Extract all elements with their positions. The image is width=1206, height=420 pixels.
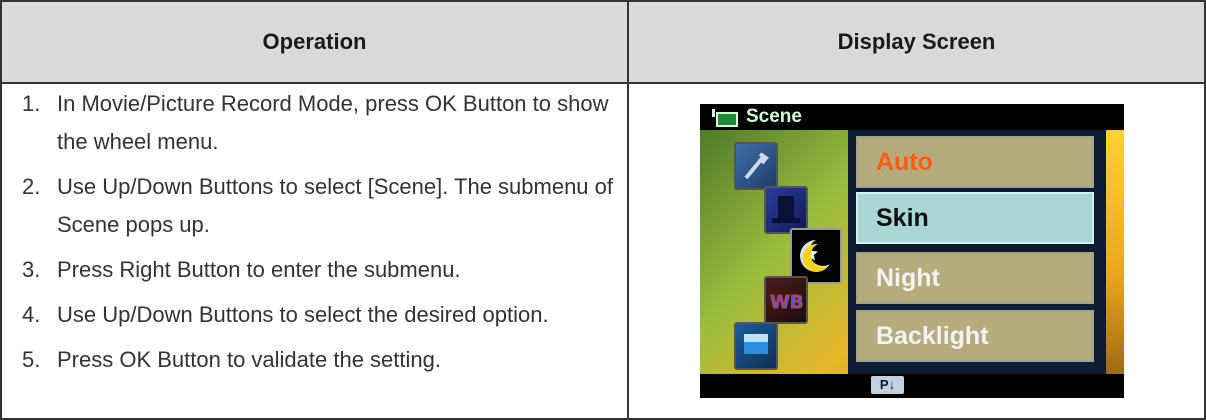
movie-mode-icon	[712, 109, 738, 127]
display-screen-header: Display Screen	[629, 2, 1204, 82]
image-quality-icon[interactable]	[734, 322, 778, 370]
step-text: Use Up/Down Buttons to select [Scene]. T…	[57, 174, 614, 237]
screen-title-bar: Scene	[700, 104, 1124, 130]
option-skin[interactable]: Skin	[856, 192, 1094, 244]
step-5: 5. Press OK Button to validate the setti…	[2, 341, 627, 379]
step-number: 5.	[22, 347, 41, 372]
magic-hat-icon[interactable]	[764, 186, 808, 234]
screen-title: Scene	[746, 106, 802, 127]
screen-bottom-bar	[700, 374, 1124, 398]
step-text: Press Right Button to enter the submenu.	[57, 257, 461, 282]
option-night[interactable]: Night	[856, 252, 1094, 304]
step-3: 3. Press Right Button to enter the subme…	[2, 251, 627, 289]
operation-header: Operation	[2, 2, 627, 82]
white-balance-icon[interactable]: WB	[764, 276, 808, 324]
step-1: 1. In Movie/Picture Record Mode, press O…	[2, 85, 627, 161]
step-text: Press OK Button to validate the setting.	[57, 347, 441, 372]
scroll-strip	[1106, 130, 1124, 374]
svg-text:WB: WB	[770, 292, 804, 313]
step-text: In Movie/Picture Record Mode, press OK B…	[57, 91, 609, 154]
camera-display-screen: Scene WB Auto Skin Night Backlight P↓	[700, 104, 1124, 398]
step-number: 3.	[22, 257, 41, 282]
option-backlight[interactable]: Backlight	[856, 310, 1094, 362]
step-4: 4. Use Up/Down Buttons to select the des…	[2, 296, 627, 334]
step-number: 4.	[22, 302, 41, 327]
step-number: 2.	[22, 174, 41, 199]
page-down-indicator: P↓	[871, 376, 904, 394]
scene-submenu: Auto Skin Night Backlight	[848, 130, 1106, 374]
operation-steps: 1. In Movie/Picture Record Mode, press O…	[2, 85, 627, 386]
step-text: Use Up/Down Buttons to select the desire…	[57, 302, 549, 327]
settings-wheel-icon[interactable]	[734, 142, 778, 190]
step-number: 1.	[22, 91, 41, 116]
option-auto[interactable]: Auto	[856, 136, 1094, 188]
header-bottom-border	[2, 82, 1204, 84]
step-2: 2. Use Up/Down Buttons to select [Scene]…	[2, 168, 627, 244]
